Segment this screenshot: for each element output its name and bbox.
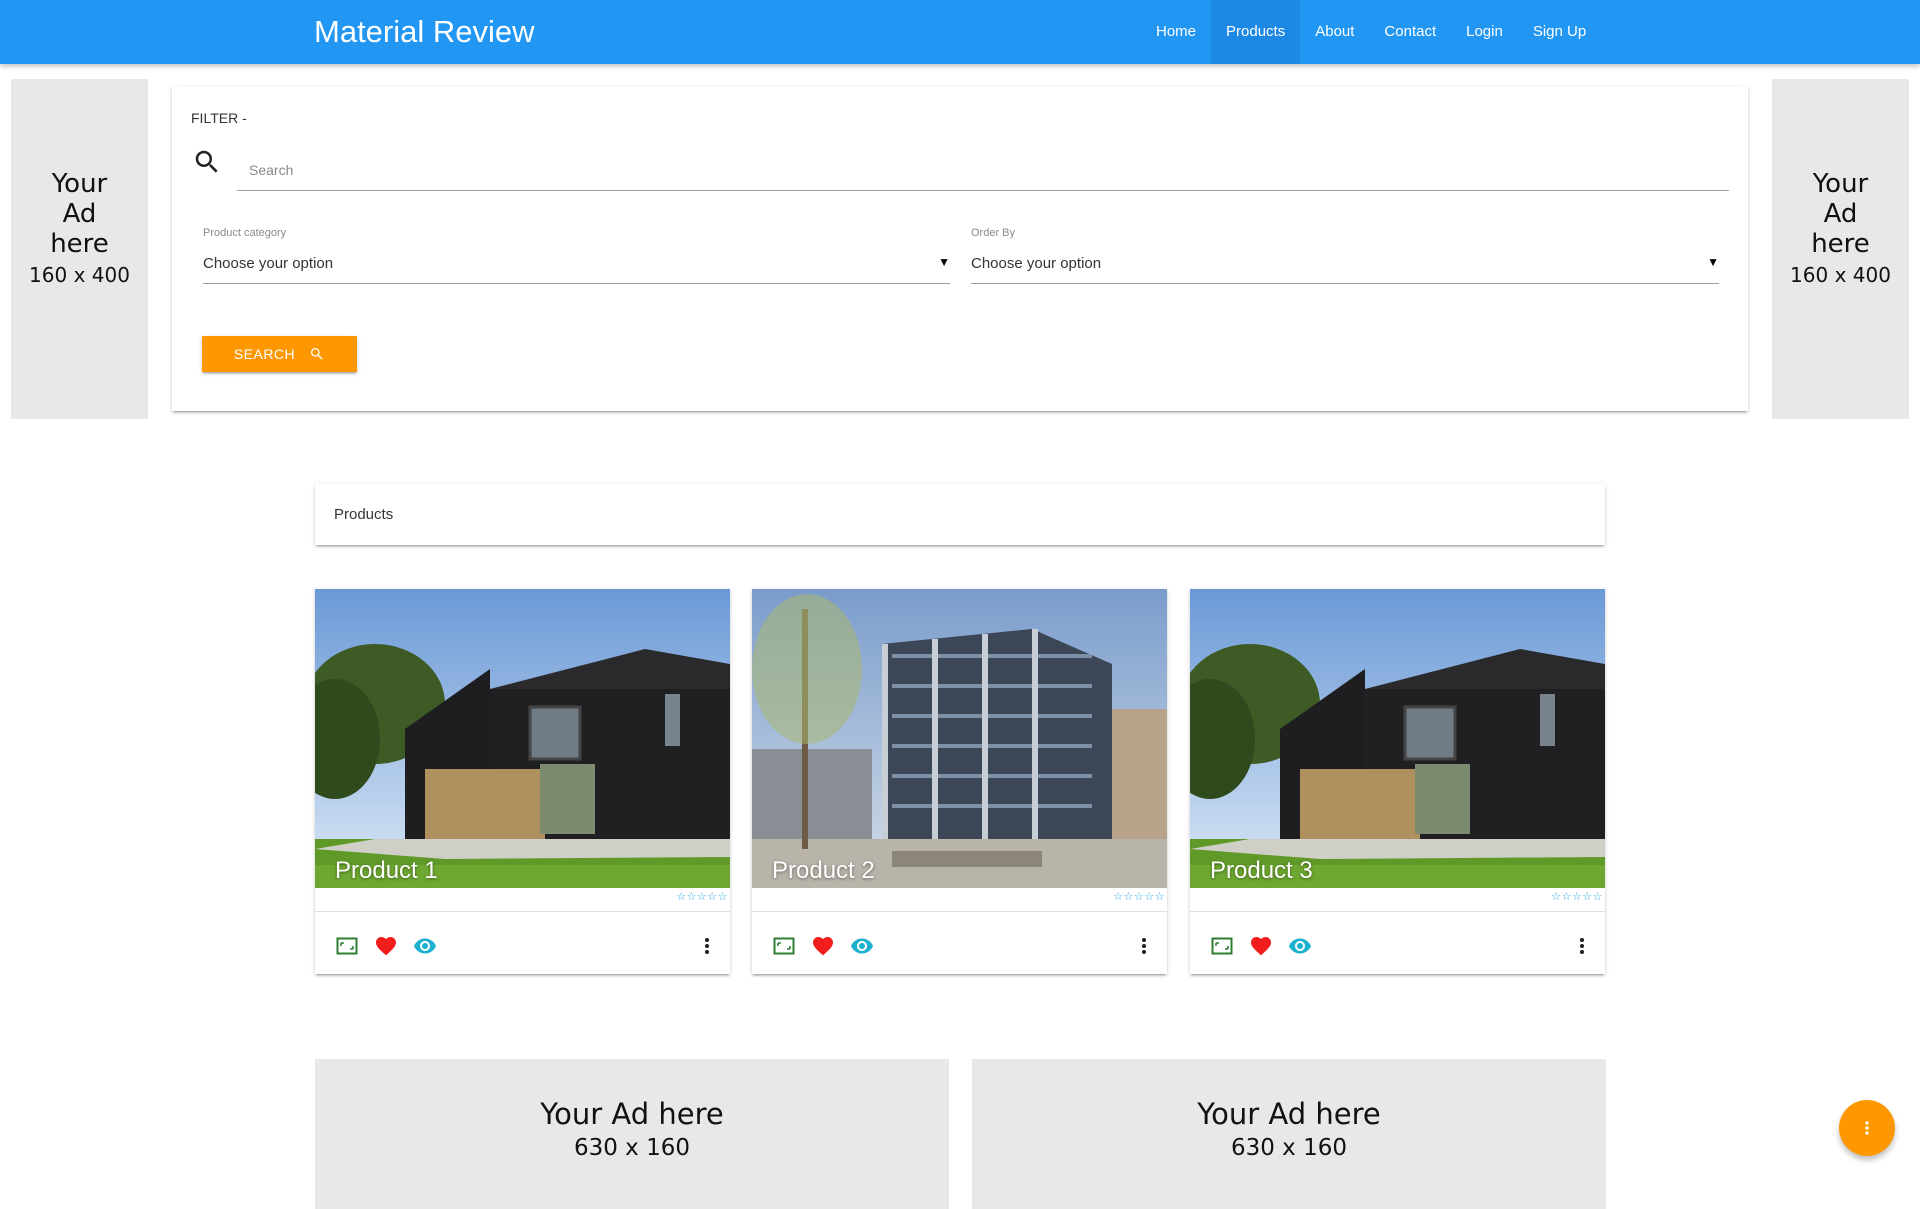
bottom-ad-right-text: Your Ad here: [1197, 1097, 1381, 1131]
heart-icon[interactable]: [1249, 934, 1273, 958]
caret-down-icon: ▼: [938, 255, 950, 269]
nav-about[interactable]: About: [1300, 0, 1369, 64]
rating-stars[interactable]: ☆☆☆☆☆: [1551, 890, 1603, 903]
nav-sign-up[interactable]: Sign Up: [1518, 0, 1601, 64]
product-card[interactable]: Product 3 ☆☆☆☆☆: [1190, 589, 1605, 974]
search-icon: [311, 348, 323, 360]
category-select-value: Choose your option: [203, 255, 334, 272]
product-image[interactable]: [315, 589, 730, 888]
category-select-label: Product category: [203, 227, 287, 239]
products-header: Products: [315, 484, 1605, 545]
caret-down-icon: ▼: [1707, 255, 1719, 269]
main-nav: Home Products About Contact Login Sign U…: [1141, 0, 1601, 64]
eye-icon[interactable]: [413, 934, 437, 958]
side-ad-left-text: Your Ad here: [50, 169, 109, 259]
product-image[interactable]: [752, 589, 1167, 888]
search-input[interactable]: [237, 149, 1729, 191]
bottom-ad-right[interactable]: Your Ad here 630 x 160: [972, 1059, 1606, 1209]
eye-icon[interactable]: [1288, 934, 1312, 958]
heart-icon[interactable]: [374, 934, 398, 958]
side-ad-right-text: Your Ad here: [1811, 169, 1870, 259]
compare-icon[interactable]: [1210, 934, 1234, 958]
product-title: Product 1: [335, 857, 438, 884]
order-by-select-box[interactable]: Choose your option ▼: [971, 245, 1719, 284]
card-divider: [315, 911, 730, 912]
search-icon: [192, 147, 222, 177]
eye-icon[interactable]: [850, 934, 874, 958]
floating-action-button[interactable]: [1839, 1100, 1895, 1156]
filter-card: FILTER - Product category Choose your op…: [172, 87, 1748, 411]
filter-title: FILTER -: [191, 110, 247, 126]
compare-icon[interactable]: [772, 934, 796, 958]
nav-home[interactable]: Home: [1141, 0, 1211, 64]
product-card[interactable]: Product 2 ☆☆☆☆☆: [752, 589, 1167, 974]
order-by-select[interactable]: Order By Choose your option ▼: [971, 227, 1719, 287]
nav-login[interactable]: Login: [1451, 0, 1518, 64]
products-header-label: Products: [334, 506, 394, 523]
order-by-select-label: Order By: [971, 227, 1016, 239]
nav-contact[interactable]: Contact: [1369, 0, 1451, 64]
nav-products[interactable]: Products: [1211, 0, 1301, 64]
bottom-ad-left-text: Your Ad here: [540, 1097, 724, 1131]
bottom-ad-left-size: 630 x 160: [573, 1135, 691, 1161]
compare-icon[interactable]: [335, 934, 359, 958]
card-divider: [1190, 911, 1605, 912]
card-divider: [752, 911, 1167, 912]
rating-stars[interactable]: ☆☆☆☆☆: [1113, 890, 1165, 903]
category-select[interactable]: Product category Choose your option ▼: [203, 227, 950, 287]
side-ad-left[interactable]: Your Ad here 160 x 400: [11, 79, 148, 419]
bottom-ad-right-size: 630 x 160: [1230, 1135, 1348, 1161]
brand-logo[interactable]: Material Review: [314, 0, 535, 64]
more-vert-icon[interactable]: [695, 934, 719, 958]
side-ad-right-size: 160 x 400: [1790, 263, 1891, 287]
order-by-select-value: Choose your option: [971, 255, 1102, 272]
side-ad-right[interactable]: Your Ad here 160 x 400: [1772, 79, 1909, 419]
search-button[interactable]: SEARCH: [202, 336, 357, 372]
more-vert-icon[interactable]: [1132, 934, 1156, 958]
product-image[interactable]: [1190, 589, 1605, 888]
product-card[interactable]: Product 1 ☆☆☆☆☆: [315, 589, 730, 974]
heart-icon[interactable]: [811, 934, 835, 958]
top-navbar: Material Review Home Products About Cont…: [0, 0, 1920, 64]
side-ad-left-size: 160 x 400: [29, 263, 130, 287]
more-vert-icon[interactable]: [1570, 934, 1594, 958]
bottom-ad-left[interactable]: Your Ad here 630 x 160: [315, 1059, 949, 1209]
search-button-label: SEARCH: [233, 346, 296, 362]
category-select-box[interactable]: Choose your option ▼: [203, 245, 950, 284]
product-title: Product 2: [772, 857, 875, 884]
more-vert-icon: [1865, 1121, 1869, 1135]
rating-stars[interactable]: ☆☆☆☆☆: [676, 890, 728, 903]
product-title: Product 3: [1210, 857, 1313, 884]
